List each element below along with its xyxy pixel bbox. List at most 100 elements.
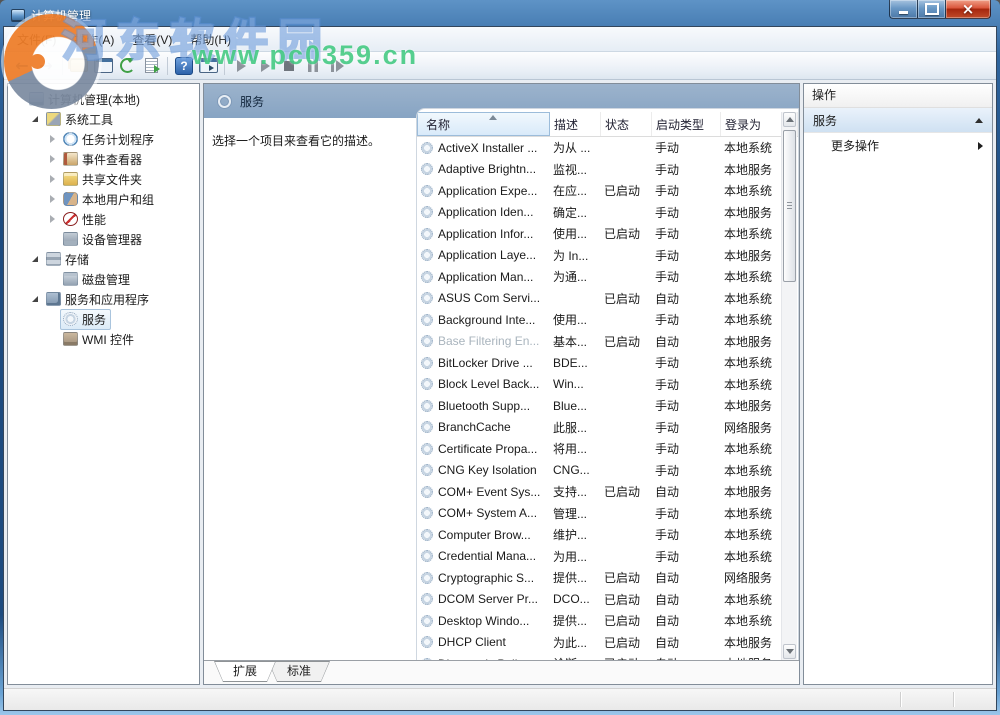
service-row[interactable]: CNG Key Isolation CNG... 手动 本地系统 bbox=[417, 460, 781, 482]
pause-service-icon[interactable] bbox=[302, 55, 324, 77]
menu-item[interactable]: 帮助(H) bbox=[181, 27, 240, 52]
tree-item[interactable]: WMI 控件 bbox=[8, 329, 199, 349]
console-window-icon[interactable] bbox=[92, 55, 114, 77]
vertical-scrollbar[interactable] bbox=[781, 112, 797, 660]
minimize-button[interactable] bbox=[889, 0, 918, 19]
tree-item[interactable]: 性能 bbox=[8, 209, 199, 229]
tree-item[interactable]: 共享文件夹 bbox=[8, 169, 199, 189]
stop-service-icon[interactable] bbox=[278, 55, 300, 77]
service-row[interactable]: BranchCache 此服... 手动 网络服务 bbox=[417, 417, 781, 439]
service-logon-as: 本地系统 bbox=[721, 139, 781, 156]
service-row[interactable]: Application Infor... 使用... 已启动 手动 本地系统 bbox=[417, 223, 781, 245]
service-description: 为 In... bbox=[550, 247, 601, 264]
expand-arrow-icon[interactable] bbox=[30, 113, 42, 125]
scrollbar-thumb[interactable] bbox=[783, 130, 796, 282]
actions-section-services[interactable]: 服务 bbox=[804, 108, 992, 133]
column-header[interactable]: 启动类型 bbox=[652, 112, 721, 136]
expand-arrow-icon[interactable] bbox=[47, 133, 59, 145]
column-header[interactable]: 描述 bbox=[550, 112, 601, 136]
service-gear-icon bbox=[421, 400, 433, 412]
title-bar[interactable]: 计算机管理 bbox=[3, 0, 997, 26]
tree-item[interactable]: 磁盘管理 bbox=[8, 269, 199, 289]
service-startup-type: 自动 bbox=[652, 612, 721, 629]
service-row[interactable]: Credential Mana... 为用... 手动 本地系统 bbox=[417, 546, 781, 568]
expand-arrow-icon[interactable] bbox=[47, 173, 59, 185]
service-row[interactable]: Block Level Back... Win... 手动 本地系统 bbox=[417, 374, 781, 396]
service-row[interactable]: Certificate Propa... 将用... 手动 本地系统 bbox=[417, 438, 781, 460]
service-row[interactable]: Diagnostic Poli... 诊断... 已启动 自动 本地服务 bbox=[417, 653, 781, 660]
tree-item[interactable]: 系统工具 bbox=[8, 109, 199, 129]
service-name: Adaptive Brightn... bbox=[438, 162, 536, 176]
service-row[interactable]: ActiveX Installer ... 为从 ... 手动 本地系统 bbox=[417, 137, 781, 159]
refresh-icon[interactable] bbox=[116, 55, 138, 77]
console-workspace: 计算机管理(本地) 系统工具 任务计划程序 bbox=[4, 80, 996, 688]
show-action-pane-icon[interactable] bbox=[197, 55, 219, 77]
service-row[interactable]: COM+ System A... 管理... 手动 本地系统 bbox=[417, 503, 781, 525]
tree-item[interactable]: 事件查看器 bbox=[8, 149, 199, 169]
tree-item[interactable]: 服务和应用程序 bbox=[8, 289, 199, 309]
service-row[interactable]: ASUS Com Servi... 已启动 自动 本地系统 bbox=[417, 288, 781, 310]
expand-arrow-icon[interactable] bbox=[47, 153, 59, 165]
menu-item[interactable]: 文件(F) bbox=[8, 27, 65, 52]
service-row[interactable]: BitLocker Drive ... BDE... 手动 本地系统 bbox=[417, 352, 781, 374]
service-logon-as: 本地服务 bbox=[721, 634, 781, 651]
service-row[interactable]: Application Laye... 为 In... 手动 本地服务 bbox=[417, 245, 781, 267]
service-row[interactable]: Cryptographic S... 提供... 已启动 自动 网络服务 bbox=[417, 567, 781, 589]
folder-icon[interactable] bbox=[68, 55, 90, 77]
tree-item[interactable]: 存储 bbox=[8, 249, 199, 269]
close-button[interactable] bbox=[946, 0, 991, 19]
forward-icon[interactable] bbox=[35, 55, 57, 77]
maximize-button[interactable] bbox=[918, 0, 946, 19]
view-tab[interactable]: 扩展 bbox=[214, 661, 276, 682]
menu-item[interactable]: 查看(V) bbox=[123, 27, 181, 52]
service-row[interactable]: Adaptive Brightn... 监视... 手动 本地服务 bbox=[417, 159, 781, 181]
scrollbar-down-icon[interactable] bbox=[783, 644, 796, 659]
service-name: BitLocker Drive ... bbox=[438, 356, 533, 370]
scrollbar-up-icon[interactable] bbox=[783, 112, 796, 127]
more-actions-item[interactable]: 更多操作 bbox=[804, 133, 992, 158]
service-row[interactable]: DHCP Client 为此... 已启动 自动 本地服务 bbox=[417, 632, 781, 654]
view-tab[interactable]: 标准 bbox=[268, 661, 330, 682]
resume-service-icon[interactable] bbox=[254, 55, 276, 77]
service-row[interactable]: Application Iden... 确定... 手动 本地服务 bbox=[417, 202, 781, 224]
collapse-section-icon[interactable] bbox=[975, 118, 983, 123]
service-gear-icon bbox=[421, 658, 433, 660]
service-row[interactable]: Background Inte... 使用... 手动 本地系统 bbox=[417, 309, 781, 331]
service-row[interactable]: Desktop Windo... 提供... 已启动 自动 本地系统 bbox=[417, 610, 781, 632]
service-row[interactable]: Base Filtering En... 基本... 已启动 自动 本地服务 bbox=[417, 331, 781, 353]
back-icon[interactable] bbox=[11, 55, 33, 77]
service-gear-icon bbox=[421, 292, 433, 304]
service-row[interactable]: DCOM Server Pr... DCO... 已启动 自动 本地系统 bbox=[417, 589, 781, 611]
computer-icon bbox=[29, 92, 44, 106]
service-row[interactable]: COM+ Event Sys... 支持... 已启动 自动 本地服务 bbox=[417, 481, 781, 503]
service-gear-icon bbox=[421, 228, 433, 240]
statusbar-divider bbox=[953, 692, 954, 707]
services-apps-icon bbox=[46, 292, 61, 306]
tree-item[interactable]: 任务计划程序 bbox=[8, 129, 199, 149]
service-row[interactable]: Bluetooth Supp... Blue... 手动 本地服务 bbox=[417, 395, 781, 417]
help-icon[interactable] bbox=[173, 55, 195, 77]
menu-item[interactable]: 操作(A) bbox=[65, 27, 123, 52]
description-pane: 选择一个项目来查看它的描述。 bbox=[204, 118, 416, 660]
expand-arrow-icon[interactable] bbox=[30, 293, 42, 305]
window-title: 计算机管理 bbox=[31, 7, 91, 24]
export-list-icon[interactable] bbox=[140, 55, 162, 77]
services-banner-title: 服务 bbox=[240, 93, 264, 110]
restart-service-icon[interactable] bbox=[326, 55, 348, 77]
column-header[interactable]: 名称 bbox=[417, 112, 550, 136]
tree-item[interactable]: 本地用户和组 bbox=[8, 189, 199, 209]
service-startup-type: 手动 bbox=[652, 204, 721, 221]
service-row[interactable]: Application Expe... 在应... 已启动 手动 本地系统 bbox=[417, 180, 781, 202]
service-row[interactable]: Computer Brow... 维护... 手动 本地系统 bbox=[417, 524, 781, 546]
tree-item[interactable]: 服务 bbox=[8, 309, 199, 329]
tree-item[interactable]: 计算机管理(本地) bbox=[8, 89, 199, 109]
service-name: BranchCache bbox=[438, 420, 511, 434]
expand-arrow-icon[interactable] bbox=[47, 213, 59, 225]
column-header[interactable]: 状态 bbox=[601, 112, 652, 136]
start-service-icon[interactable] bbox=[230, 55, 252, 77]
service-gear-icon bbox=[421, 486, 433, 498]
service-row[interactable]: Application Man... 为通... 手动 本地系统 bbox=[417, 266, 781, 288]
tree-item[interactable]: 设备管理器 bbox=[8, 229, 199, 249]
expand-arrow-icon[interactable] bbox=[47, 193, 59, 205]
expand-arrow-icon[interactable] bbox=[30, 253, 42, 265]
